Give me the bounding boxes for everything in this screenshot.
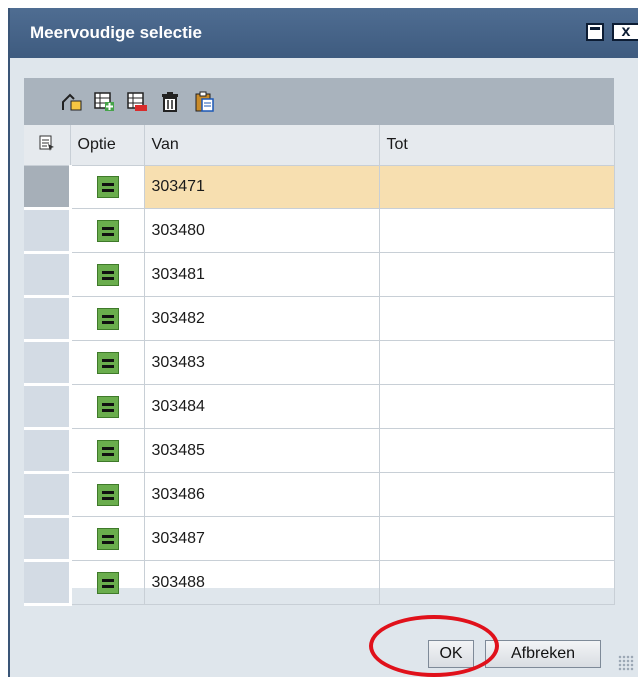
from-cell[interactable]: 303483 <box>144 340 380 385</box>
to-cell[interactable] <box>379 252 615 297</box>
insert-row-icon[interactable] <box>92 90 116 114</box>
equals-icon[interactable] <box>96 527 119 550</box>
option-cell[interactable] <box>70 296 145 341</box>
equals-icon[interactable] <box>96 176 119 198</box>
to-cell[interactable] <box>379 428 615 473</box>
resize-grip-icon[interactable] <box>618 655 634 671</box>
trash-icon[interactable] <box>158 90 182 114</box>
select-all-icon[interactable] <box>24 125 71 166</box>
row-selector[interactable] <box>24 472 72 518</box>
equals-icon[interactable] <box>96 351 119 374</box>
table-row[interactable]: 303486 <box>24 472 615 518</box>
table-row[interactable]: 303485 <box>24 428 615 474</box>
dialog-footer: OK Afbreken <box>10 608 638 677</box>
from-cell[interactable]: 303488 <box>144 560 380 605</box>
equals-icon[interactable] <box>96 263 119 286</box>
option-cell[interactable] <box>70 340 145 385</box>
cancel-button[interactable]: Afbreken <box>485 640 601 668</box>
table-row[interactable]: 303482 <box>24 296 615 342</box>
equals-icon[interactable] <box>96 483 119 506</box>
option-cell[interactable] <box>70 428 145 473</box>
delete-row-icon[interactable] <box>125 90 149 114</box>
row-selector[interactable] <box>24 296 72 342</box>
row-selector[interactable] <box>24 165 72 210</box>
row-selector[interactable] <box>24 384 72 430</box>
option-cell[interactable] <box>70 384 145 429</box>
row-selector[interactable] <box>24 252 72 298</box>
to-cell[interactable] <box>379 560 615 605</box>
from-cell[interactable]: 303482 <box>144 296 380 341</box>
equals-icon[interactable] <box>96 395 119 418</box>
row-selector[interactable] <box>24 208 72 254</box>
selection-table: Optie Van Tot 303471 303480 303481 303482 30… <box>24 125 615 606</box>
from-cell[interactable]: 303471 <box>144 165 380 209</box>
to-cell[interactable] <box>379 384 615 429</box>
paste-icon[interactable] <box>192 90 216 114</box>
multiple-selection-dialog: Meervoudige selectie x Optie Van Tot 303… <box>8 8 638 677</box>
equals-icon[interactable] <box>96 571 119 594</box>
row-selector[interactable] <box>24 560 72 606</box>
from-cell[interactable]: 303484 <box>144 384 380 429</box>
highlight-circle-annotation <box>369 615 499 677</box>
table-header-row: Optie Van Tot <box>24 125 615 166</box>
row-selector[interactable] <box>24 516 72 562</box>
equals-icon[interactable] <box>96 307 119 330</box>
selection-panel: Optie Van Tot 303471 303480 303481 303482 30… <box>24 78 615 606</box>
title-bar[interactable]: Meervoudige selectie x <box>10 8 638 58</box>
table-row[interactable]: 303480 <box>24 208 615 254</box>
to-cell[interactable] <box>379 165 615 209</box>
row-selector[interactable] <box>24 428 72 474</box>
table-row[interactable]: 303488 <box>24 560 615 606</box>
table-row[interactable]: 303481 <box>24 252 615 298</box>
close-icon[interactable]: x <box>612 23 638 41</box>
table-row[interactable]: 303484 <box>24 384 615 430</box>
table-row[interactable]: 303483 <box>24 340 615 386</box>
from-cell[interactable]: 303485 <box>144 428 380 473</box>
to-cell[interactable] <box>379 296 615 341</box>
dialog-title: Meervoudige selectie <box>30 23 202 42</box>
from-cell[interactable]: 303486 <box>144 472 380 517</box>
equals-icon[interactable] <box>96 219 119 242</box>
column-header-to[interactable]: Tot <box>379 125 615 166</box>
to-cell[interactable] <box>379 516 615 561</box>
column-header-option[interactable]: Optie <box>70 125 145 166</box>
select-icon[interactable] <box>60 90 84 114</box>
toolbar <box>24 78 614 125</box>
to-cell[interactable] <box>379 340 615 385</box>
from-cell[interactable]: 303481 <box>144 252 380 297</box>
option-cell[interactable] <box>70 165 145 209</box>
maximize-icon[interactable] <box>586 23 604 41</box>
from-cell[interactable]: 303480 <box>144 208 380 253</box>
option-cell[interactable] <box>70 516 145 561</box>
to-cell[interactable] <box>379 472 615 517</box>
row-selector[interactable] <box>24 340 72 386</box>
option-cell[interactable] <box>70 252 145 297</box>
column-header-from[interactable]: Van <box>144 125 380 166</box>
equals-icon[interactable] <box>96 439 119 462</box>
option-cell[interactable] <box>70 208 145 253</box>
option-cell[interactable] <box>70 560 145 605</box>
table-row[interactable]: 303471 <box>24 165 615 210</box>
table-row[interactable]: 303487 <box>24 516 615 562</box>
option-cell[interactable] <box>70 472 145 517</box>
to-cell[interactable] <box>379 208 615 253</box>
from-cell[interactable]: 303487 <box>144 516 380 561</box>
